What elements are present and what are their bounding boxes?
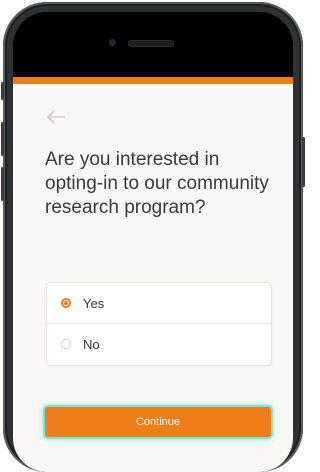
earpiece-speaker <box>128 40 174 47</box>
question-text: Are you interested in opting-in to our c… <box>45 149 269 218</box>
back-button[interactable] <box>43 108 69 128</box>
option-label: Yes <box>83 295 105 311</box>
front-camera <box>109 39 116 46</box>
accent-bar <box>13 77 293 84</box>
option-yes[interactable]: Yes <box>47 283 271 323</box>
phone-screen: Are you interested in opting-in to our c… <box>13 12 293 472</box>
status-bar-area <box>13 12 293 77</box>
arrow-left-icon <box>47 109 65 124</box>
mute-switch <box>1 82 4 100</box>
radio-unselected-icon[interactable] <box>61 339 71 349</box>
survey-screen: Are you interested in opting-in to our c… <box>13 84 293 472</box>
continue-button[interactable]: Continue <box>45 407 271 437</box>
option-label: No <box>83 336 100 352</box>
radio-group: Yes No <box>46 282 272 366</box>
option-no[interactable]: No <box>47 323 271 364</box>
phone-frame: Are you interested in opting-in to our c… <box>1 2 305 472</box>
volume-down-button <box>1 167 4 201</box>
radio-selected-icon[interactable] <box>61 298 71 308</box>
power-button <box>302 137 305 187</box>
volume-up-button <box>1 122 4 156</box>
